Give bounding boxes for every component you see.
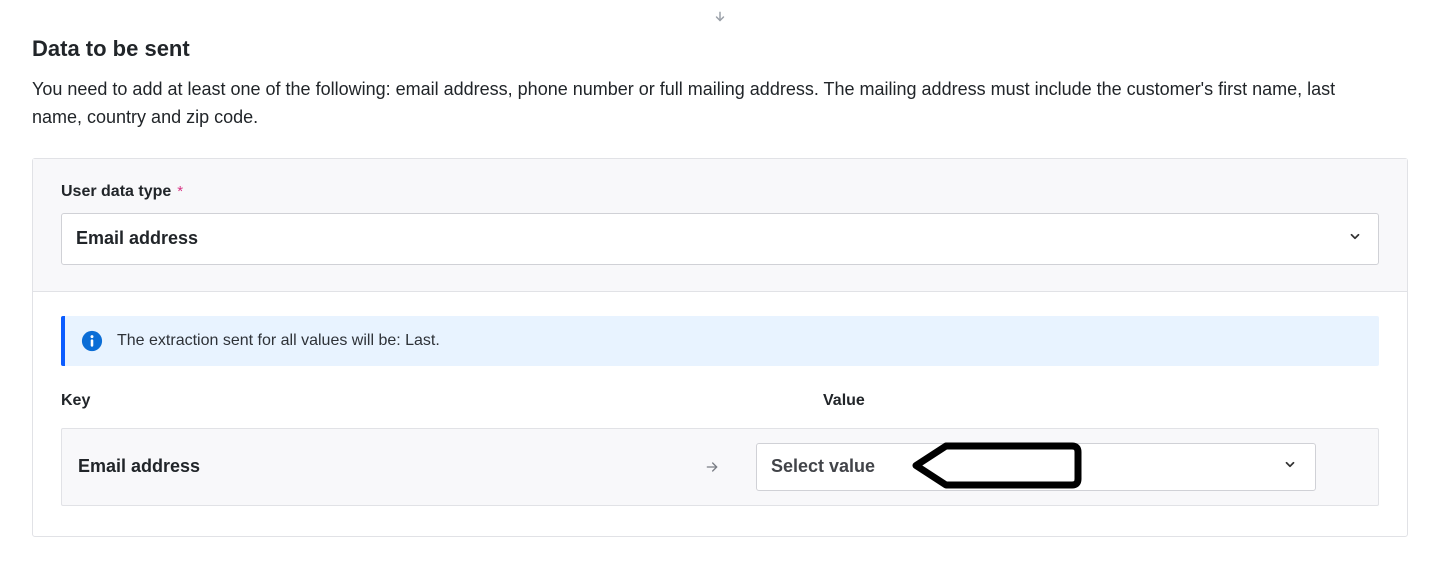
info-icon <box>81 330 103 352</box>
info-banner: The extraction sent for all values will … <box>61 316 1379 366</box>
chevron-down-icon <box>1283 457 1297 476</box>
mapping-section: The extraction sent for all values will … <box>33 292 1407 536</box>
section-title: Data to be sent <box>32 36 1408 62</box>
user-data-type-label: User data type * <box>61 183 183 201</box>
user-data-type-select[interactable]: Email address <box>61 213 1379 265</box>
header-value: Value <box>823 392 1379 410</box>
header-key: Key <box>61 392 763 410</box>
required-indicator: * <box>177 183 183 200</box>
info-text: The extraction sent for all values will … <box>117 332 440 350</box>
value-select-placeholder: Select value <box>771 456 875 477</box>
flow-arrow-down-icon <box>32 10 1408 26</box>
mapping-header-row: Key Value <box>61 392 1379 410</box>
chevron-down-icon <box>1348 229 1362 248</box>
user-data-type-section: User data type * Email address <box>33 159 1407 292</box>
mapping-key: Email address <box>78 456 668 477</box>
user-data-type-selected: Email address <box>76 228 198 249</box>
arrow-right-icon <box>682 459 742 475</box>
mapping-row: Email address Select value <box>61 428 1379 506</box>
config-panel: User data type * Email address The extra… <box>32 158 1408 537</box>
section-description: You need to add at least one of the foll… <box>32 76 1372 132</box>
value-select[interactable]: Select value <box>756 443 1316 491</box>
